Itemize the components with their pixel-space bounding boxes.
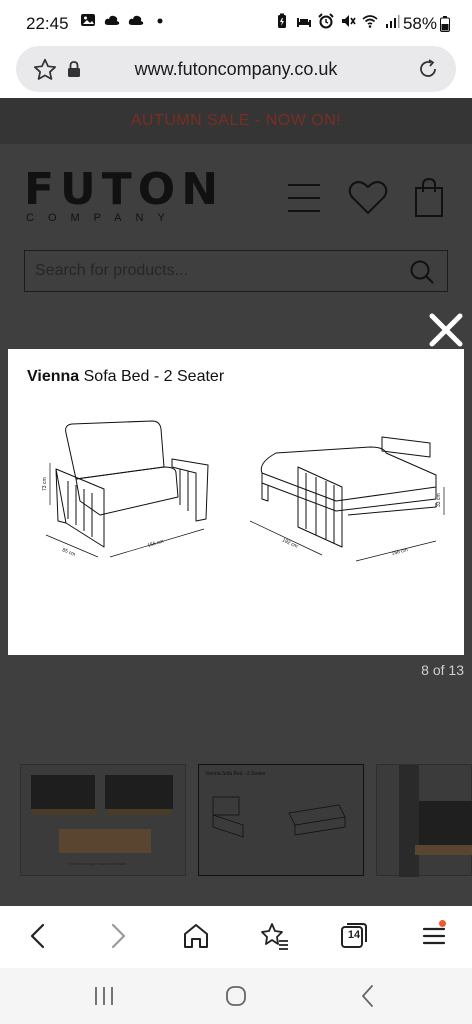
product-name: Vienna [27,368,80,385]
thumbnail-image: Vienna storage drawer available [31,775,173,866]
bookmarks-icon[interactable] [258,920,290,952]
wifi-icon [362,15,378,28]
search-box [24,250,448,292]
cloud-icon [128,15,144,25]
product-type: Sofa Bed - 2 Seater [79,368,225,385]
battery-indicator: 58% [403,14,450,34]
search-input[interactable] [35,260,385,282]
back-nav-icon[interactable] [354,982,382,1010]
heart-icon[interactable] [348,180,388,216]
dot-icon [157,18,163,24]
image-lightbox: Vienna Sofa Bed - 2 Seater 73 cm 85 cm 1… [8,349,464,655]
product-dimension-drawing: 73 cm 85 cm 156 cm 192 cm 156 cm 33 cm [42,420,445,562]
dim-width-sofa: 156 cm [147,539,164,549]
promo-banner[interactable]: AUTUMN SALE - NOW ON! [0,98,472,144]
battery-icon [440,16,450,32]
lightbox-counter: 8 of 13 [421,662,464,678]
thumbnail-8-active[interactable]: Vienna Sofa Bed - 2 Seater [198,764,364,876]
cloud-icon [104,15,120,25]
status-right-icons [274,13,400,29]
logo-subtitle: COMPANY [26,212,179,224]
tabs-button[interactable]: 14 [338,920,370,952]
back-icon[interactable] [22,920,54,952]
thumbnail-image: Vienna Sofa Bed - 2 Seater [205,771,346,838]
home-nav-icon[interactable] [222,982,250,1010]
logo-wordmark[interactable]: FUTON [24,164,224,215]
sofa-seat [75,466,179,516]
thumbnail-caption: Vienna Sofa Bed - 2 Seater [205,771,266,777]
shopping-bag-icon[interactable] [414,178,444,218]
search-icon[interactable] [409,259,435,285]
sofa-left-arm [55,468,105,548]
system-navigation-bar [0,968,472,1024]
close-icon[interactable] [428,312,464,348]
thumbnail-7[interactable]: Vienna storage drawer available [20,764,186,876]
forward-icon[interactable] [102,920,134,952]
menu-icon[interactable] [286,180,322,216]
reload-icon[interactable] [416,57,440,81]
bed-front-frame [297,466,343,548]
status-left-icons [80,12,168,28]
address-bar[interactable]: www.futoncompany.co.uk [16,46,456,92]
thumbnail-image [399,765,472,877]
thumbnail-9[interactable] [376,764,472,877]
mute-icon [342,15,356,27]
url-text: www.futoncompany.co.uk [134,59,338,79]
sleep-icon [297,18,311,27]
dim-height-sofa: 73 cm [42,477,48,491]
browser-toolbar: 14 [0,906,472,968]
alarm-icon [318,13,334,29]
dim-length-bed: 192 cm [281,537,298,549]
thumbnail-strip: Vienna storage drawer available Vienna S… [0,764,472,877]
home-icon[interactable] [180,920,212,952]
thumbnail-caption: Vienna storage drawer available [69,861,127,866]
image-icon [81,14,95,26]
dim-width-bed: 156 cm [391,547,408,557]
lightbox-title: Vienna Sofa Bed - 2 Seater [27,368,224,386]
header-icons [286,178,444,218]
signal-icon [386,15,400,28]
dim-height-bed: 33 cm [436,493,442,507]
status-bar: 22:45 58% [0,0,472,44]
status-time: 22:45 [26,14,69,33]
battery-saver-icon [278,13,286,28]
browser-menu-button[interactable] [418,920,450,952]
sofa-backrest [65,420,165,480]
notification-dot [439,920,446,927]
browser-address-area: www.futoncompany.co.uk [0,44,472,98]
recent-apps-icon[interactable] [90,982,118,1010]
tabs-count: 14 [347,929,361,941]
dim-depth-sofa: 85 cm [61,547,76,558]
battery-percent: 58% [402,14,437,33]
